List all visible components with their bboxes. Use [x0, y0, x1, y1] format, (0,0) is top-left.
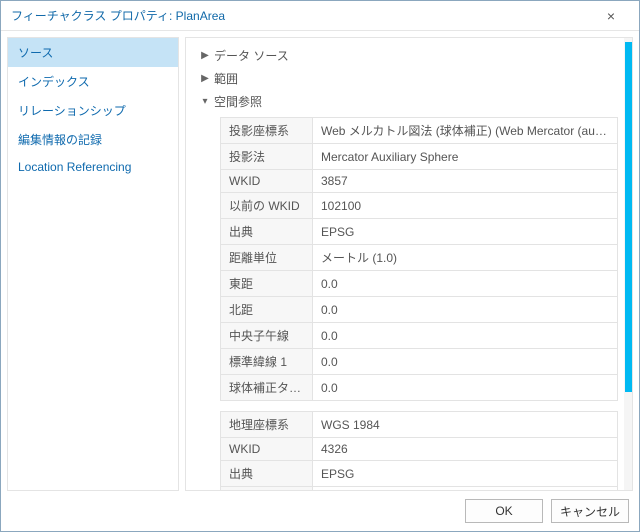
table-row: 投影座標系Web メルカトル図法 (球体補正) (Web Mercator (a…	[221, 118, 618, 144]
section-spatial-reference[interactable]: ▾ 空間参照	[200, 90, 618, 113]
content-scroll[interactable]: ▶ データ ソース ▶ 範囲 ▾ 空間参照 投影座標系Web メルカトル図法 (…	[186, 38, 632, 490]
section-data-source[interactable]: ▶ データ ソース	[200, 44, 618, 67]
dialog-window: フィーチャクラス プロパティ: PlanArea × ソース インデックス リレ…	[0, 0, 640, 532]
scrollbar-track[interactable]	[624, 38, 632, 490]
table-row: 標準緯線 10.0	[221, 349, 618, 375]
content-panel: ▶ データ ソース ▶ 範囲 ▾ 空間参照 投影座標系Web メルカトル図法 (…	[185, 37, 633, 491]
section-label: 空間参照	[214, 93, 262, 110]
prop-key: 投影座標系	[221, 118, 313, 144]
prop-key: 中央子午線	[221, 323, 313, 349]
close-icon: ×	[607, 8, 615, 24]
prop-value: WGS 1984	[313, 412, 618, 438]
prop-value: 3857	[313, 170, 618, 193]
prop-value: EPSG	[313, 461, 618, 487]
prop-key: 標準緯線 1	[221, 349, 313, 375]
table-row: 以前の WKID102100	[221, 193, 618, 219]
titlebar: フィーチャクラス プロパティ: PlanArea ×	[1, 1, 639, 31]
prop-key: 投影法	[221, 144, 313, 170]
table-row: 出典EPSG	[221, 219, 618, 245]
prop-value: 0.0	[313, 323, 618, 349]
table-row: 出典EPSG	[221, 461, 618, 487]
prop-value: Web メルカトル図法 (球体補正) (Web Mercator (auxili…	[313, 118, 618, 144]
table-row: 球体補正タイプ0.0	[221, 375, 618, 401]
section-extent[interactable]: ▶ 範囲	[200, 67, 618, 90]
table-row: 北距0.0	[221, 297, 618, 323]
projected-cs-table: 投影座標系Web メルカトル図法 (球体補正) (Web Mercator (a…	[220, 117, 618, 401]
table-row: 角度単位Degree (0.0174532925199433)	[221, 487, 618, 491]
prop-key: 地理座標系	[221, 412, 313, 438]
prop-value: Mercator Auxiliary Sphere	[313, 144, 618, 170]
prop-value: 0.0	[313, 375, 618, 401]
sidebar-item-relationship[interactable]: リレーションシップ	[8, 96, 178, 125]
prop-value: Degree (0.0174532925199433)	[313, 487, 618, 491]
sidebar-item-source[interactable]: ソース	[8, 38, 178, 67]
table-row: 地理座標系WGS 1984	[221, 412, 618, 438]
table-row: 投影法Mercator Auxiliary Sphere	[221, 144, 618, 170]
prop-key: 球体補正タイプ	[221, 375, 313, 401]
ok-button[interactable]: OK	[465, 499, 543, 523]
prop-value: 102100	[313, 193, 618, 219]
prop-value: EPSG	[313, 219, 618, 245]
prop-key: 北距	[221, 297, 313, 323]
chevron-right-icon: ▶	[200, 73, 210, 84]
table-row: WKID3857	[221, 170, 618, 193]
prop-key: 距離単位	[221, 245, 313, 271]
table-row: 東距0.0	[221, 271, 618, 297]
sidebar-item-location-referencing[interactable]: Location Referencing	[8, 154, 178, 180]
prop-value: 0.0	[313, 297, 618, 323]
section-label: データ ソース	[214, 47, 289, 64]
table-row: 中央子午線0.0	[221, 323, 618, 349]
geographic-cs-table: 地理座標系WGS 1984 WKID4326 出典EPSG 角度単位Degree…	[220, 411, 618, 490]
prop-key: WKID	[221, 438, 313, 461]
close-button[interactable]: ×	[589, 5, 633, 27]
prop-key: 出典	[221, 461, 313, 487]
sidebar-item-index[interactable]: インデックス	[8, 67, 178, 96]
prop-value: 4326	[313, 438, 618, 461]
prop-key: WKID	[221, 170, 313, 193]
scrollbar-thumb[interactable]	[625, 42, 632, 392]
prop-key: 東距	[221, 271, 313, 297]
prop-value: 0.0	[313, 349, 618, 375]
dialog-footer: OK キャンセル	[1, 491, 639, 531]
prop-key: 角度単位	[221, 487, 313, 491]
table-row: 距離単位メートル (1.0)	[221, 245, 618, 271]
prop-key: 以前の WKID	[221, 193, 313, 219]
sidebar: ソース インデックス リレーションシップ 編集情報の記録 Location Re…	[7, 37, 179, 491]
section-label: 範囲	[214, 70, 238, 87]
chevron-right-icon: ▶	[200, 50, 210, 61]
cancel-button[interactable]: キャンセル	[551, 499, 629, 523]
window-title: フィーチャクラス プロパティ: PlanArea	[11, 7, 589, 24]
chevron-down-icon: ▾	[200, 96, 210, 107]
prop-value: 0.0	[313, 271, 618, 297]
dialog-body: ソース インデックス リレーションシップ 編集情報の記録 Location Re…	[1, 31, 639, 491]
table-row: WKID4326	[221, 438, 618, 461]
prop-key: 出典	[221, 219, 313, 245]
prop-value: メートル (1.0)	[313, 245, 618, 271]
sidebar-item-editor-tracking[interactable]: 編集情報の記録	[8, 125, 178, 154]
